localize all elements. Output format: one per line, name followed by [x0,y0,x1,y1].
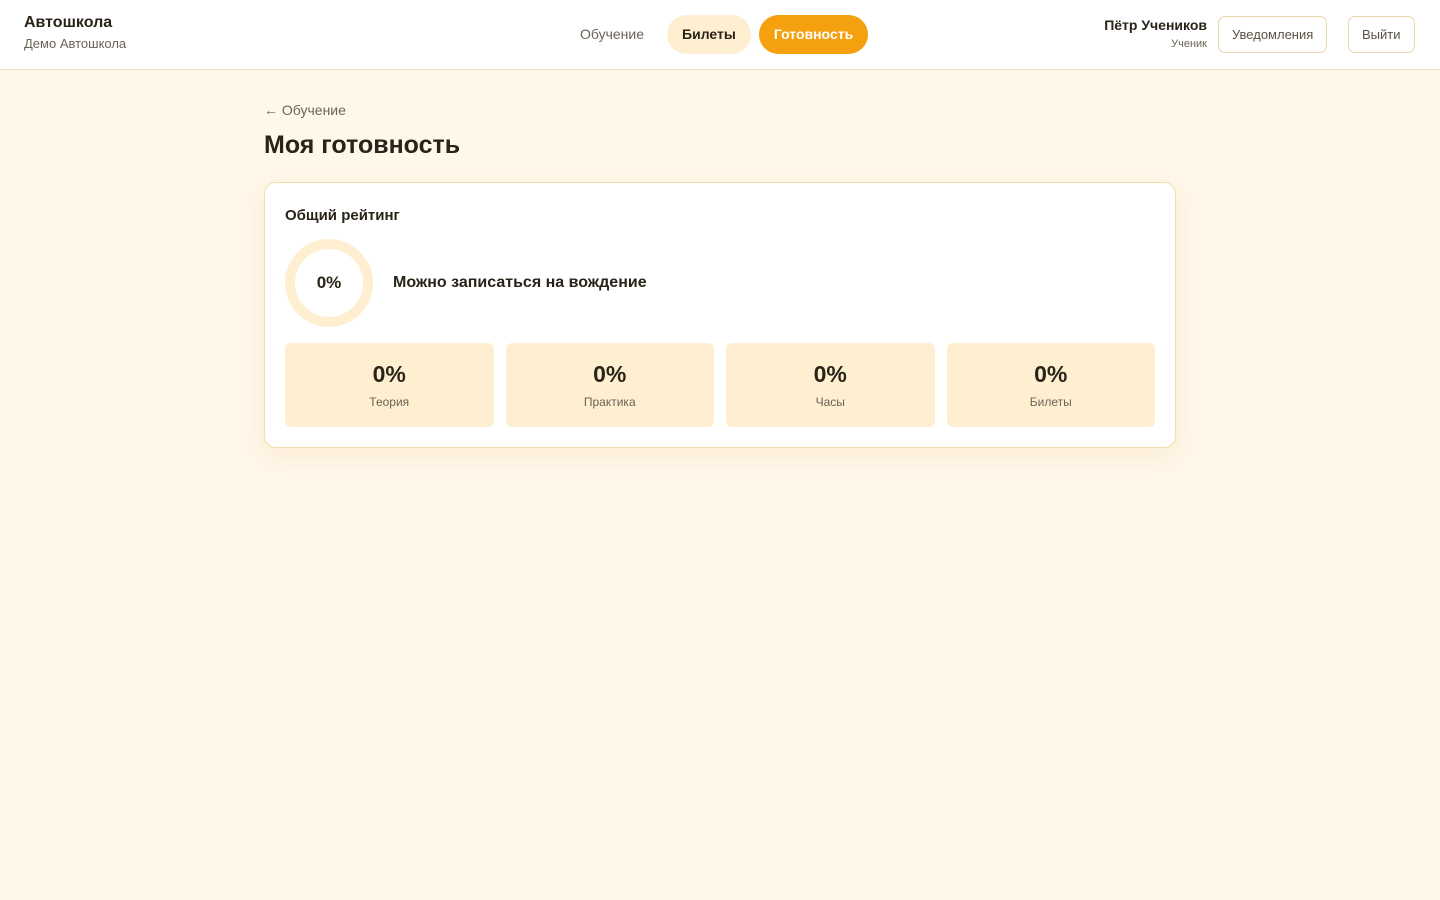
logout-button[interactable]: Выйти [1348,16,1415,53]
nav-item-learning[interactable]: Обучение [565,15,659,54]
user-info: Пётр Учеников Ученик [1104,17,1207,51]
stats-tiles: 0% Теория 0% Практика 0% Часы 0% Билеты [285,343,1155,427]
page-title: Моя готовность [264,131,461,159]
progress-ring: 0% [285,239,373,327]
stat-tile-hours: 0% Часы [726,343,935,427]
nav-item-tickets[interactable]: Билеты [667,15,751,54]
stat-value: 0% [1034,361,1068,387]
stat-label: Теория [369,395,410,409]
stat-value: 0% [372,361,406,387]
main-nav: Обучение Билеты Готовность [565,15,869,54]
top-bar: Автошкола Демо Автошкола Обучение Билеты… [0,0,1440,70]
stat-label: Практика [583,395,636,409]
notifications-button[interactable]: Уведомления [1218,16,1328,53]
stat-label: Билеты [1029,395,1072,409]
stat-tile-theory: 0% Теория [285,343,494,427]
user-name: Пётр Учеников [1104,17,1207,33]
progress-ring-value: 0% [316,273,342,292]
brand: Автошкола Демо Автошкола [24,14,126,51]
overall-rating-card: Общий рейтинг 0% Можно записаться на вож… [264,182,1176,448]
stat-tile-tickets: 0% Билеты [946,343,1155,427]
stat-label: Часы [815,395,845,409]
stat-value: 0% [813,361,847,387]
stat-tile-practice: 0% Практика [505,343,714,427]
back-link[interactable]: ← Обучение [264,102,346,118]
card-title: Общий рейтинг [285,207,400,224]
nav-item-readiness[interactable]: Готовность [758,15,869,54]
stat-value: 0% [593,361,627,387]
readiness-status: Можно записаться на вождение [393,274,647,291]
brand-title: Автошкола [24,14,113,31]
brand-subtitle: Демо Автошкола [24,36,127,51]
user-role: Ученик [1171,38,1207,50]
